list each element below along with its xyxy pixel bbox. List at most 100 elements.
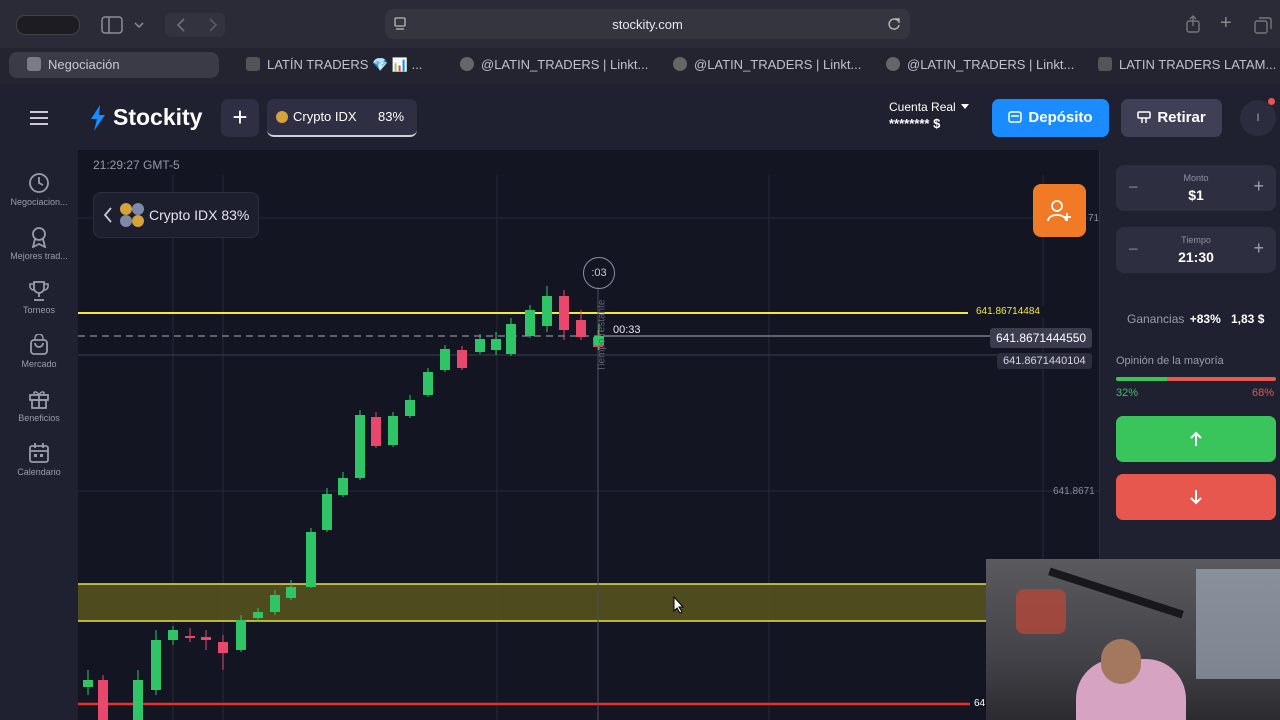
webcam-overlay: [986, 559, 1280, 720]
sentiment-down-pct: 68%: [1252, 387, 1275, 399]
withdraw-label: Retirar: [1157, 109, 1206, 126]
linktree-favicon-icon: [886, 57, 900, 71]
candle-body: [185, 636, 195, 638]
caret-down-icon: [961, 104, 969, 109]
back-button[interactable]: [165, 13, 225, 37]
support-zone: [78, 584, 986, 621]
sidebar-item-label: Beneficios: [18, 413, 60, 423]
candle-body: [253, 612, 263, 618]
stockity-logo-icon: [91, 105, 105, 131]
chevron-left-icon[interactable]: [103, 207, 113, 223]
sidebar-toggle-icon[interactable]: [101, 16, 123, 34]
asset-chip[interactable]: Crypto IDX 83%: [93, 192, 259, 238]
payout-pct: +83%: [1189, 312, 1221, 326]
hamburger-menu-icon[interactable]: [29, 110, 49, 126]
time-control[interactable]: − Tiempo 21:30 +: [1116, 227, 1276, 273]
add-user-icon: [1047, 200, 1071, 222]
account-label: Cuenta Real: [889, 100, 956, 114]
new-tab-icon[interactable]: +: [1220, 12, 1232, 35]
amount-control[interactable]: − Monto $1 +: [1116, 165, 1276, 211]
time-value[interactable]: 21:30: [1116, 249, 1276, 265]
app-header: Stockity + Crypto IDX 83% Cuenta Real **…: [0, 84, 1280, 151]
reload-icon[interactable]: [887, 17, 901, 31]
tab-label: LATIN TRADERS LATAM...: [1119, 57, 1277, 72]
tab-youtube[interactable]: LATIN TRADERS LATAM...: [1098, 52, 1276, 78]
tab-linktree-2[interactable]: @LATIN_TRADERS | Linkt...: [673, 52, 861, 78]
amount-value[interactable]: $1: [1116, 187, 1276, 203]
time-label: Tiempo: [1181, 235, 1211, 245]
candle-body: [98, 680, 108, 720]
avatar[interactable]: I: [1240, 100, 1276, 136]
award-icon: [31, 227, 47, 248]
address-bar[interactable]: stockity.com: [385, 9, 910, 39]
sentiment-bar: [1116, 377, 1276, 381]
sidebar-item-mercado[interactable]: Mercado: [0, 334, 78, 369]
withdraw-icon: [1137, 111, 1152, 123]
price-chart[interactable]: 21:29:27 GMT-5 Crypto IDX 83% :03 00:33 …: [78, 150, 1099, 720]
amount-increase-button[interactable]: +: [1253, 176, 1264, 197]
asset-tab-pct: 83%: [378, 109, 405, 124]
axis-price-mid: 641.8671: [1053, 486, 1095, 497]
sidebar-item-torneos[interactable]: Torneos: [0, 280, 78, 315]
avatar-letter: I: [1256, 112, 1260, 124]
webcam-window-light: [1196, 569, 1280, 679]
webcam-head: [1101, 639, 1141, 684]
sidebar-item-label: Calendario: [17, 467, 61, 477]
candle-body: [236, 620, 246, 650]
candle-body: [83, 680, 93, 687]
app-logo-text: Stockity: [113, 104, 203, 130]
sentiment-up-pct: 32%: [1116, 387, 1139, 399]
timer-text: :03: [591, 267, 607, 279]
deposit-button[interactable]: Depósito: [992, 99, 1109, 137]
window-controls[interactable]: [16, 15, 80, 35]
time-increase-button[interactable]: +: [1253, 238, 1264, 259]
left-sidebar: Negociacion... Mejores trad... Torneos M…: [0, 150, 79, 720]
timer-circle: :03: [583, 257, 615, 289]
sidebar-item-mejores-traders[interactable]: Mejores trad...: [0, 226, 78, 261]
candle-body: [270, 595, 280, 612]
chevron-left-icon: [176, 18, 185, 32]
call-up-button[interactable]: [1116, 416, 1276, 462]
tab-overview-icon[interactable]: [1254, 16, 1272, 34]
put-down-button[interactable]: [1116, 474, 1276, 520]
chevron-right-icon: [209, 18, 218, 32]
candle-body: [576, 320, 586, 337]
invite-friend-button[interactable]: [1033, 184, 1086, 237]
trophy-icon: [29, 281, 49, 301]
tab-negociacion[interactable]: Negociación: [9, 52, 219, 78]
remaining-time-label: Tiempo restante: [596, 299, 608, 372]
chevron-down-icon[interactable]: [133, 20, 145, 30]
candle-body: [457, 350, 467, 368]
account-selector[interactable]: Cuenta Real ******** $: [889, 100, 979, 136]
candle-body: [440, 349, 450, 370]
tab-label: Negociación: [48, 57, 120, 72]
candle-body: [201, 637, 211, 640]
current-price-label: 641.8671444550: [990, 328, 1093, 348]
withdraw-button[interactable]: Retirar: [1121, 99, 1222, 137]
candle-body: [338, 478, 348, 495]
payout-value: 1,83 $: [1231, 312, 1265, 326]
share-icon[interactable]: [1185, 15, 1201, 33]
asset-tab[interactable]: Crypto IDX 83%: [267, 99, 417, 137]
browser-toolbar: stockity.com +: [0, 0, 1280, 48]
calendar-icon: [29, 443, 49, 463]
url-text: stockity.com: [612, 17, 683, 32]
sidebar-item-beneficios[interactable]: Beneficios: [0, 388, 78, 423]
tab-linktree-1[interactable]: @LATIN_TRADERS | Linkt...: [460, 52, 648, 78]
yellow-line-price: 641.86714484: [970, 306, 1046, 317]
tab-linktree-3[interactable]: @LATIN_TRADERS | Linkt...: [886, 52, 1074, 78]
account-balance: ******** $: [889, 116, 941, 131]
candle-body: [168, 630, 178, 640]
add-asset-button[interactable]: +: [221, 99, 259, 137]
tiktok-favicon-icon: [246, 57, 260, 71]
sidebar-item-calendario[interactable]: Calendario: [0, 442, 78, 477]
deposit-label: Depósito: [1028, 109, 1093, 126]
candle-body: [371, 417, 381, 446]
candle-body: [286, 587, 296, 598]
tab-label: LATÍN TRADERS 💎 📊 ...: [267, 57, 423, 72]
sidebar-item-negociacion[interactable]: Negociacion...: [0, 172, 78, 207]
candle-body: [355, 415, 365, 478]
crypto-coin-icon: [276, 111, 288, 123]
tab-tiktok[interactable]: LATÍN TRADERS 💎 📊 ...: [246, 52, 422, 78]
mouse-cursor-icon: [673, 596, 685, 614]
